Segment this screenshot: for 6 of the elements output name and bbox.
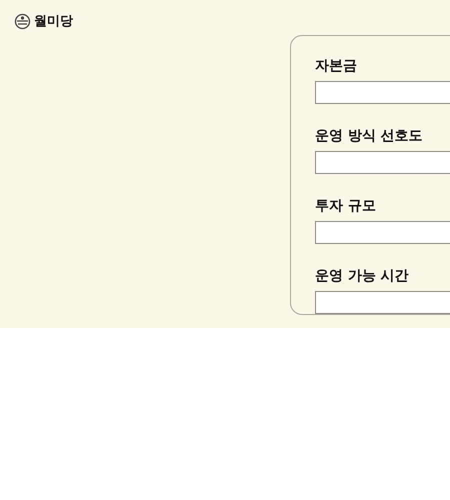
logo-icon — [14, 12, 31, 30]
field-label: 운영 가능 시간 — [315, 267, 410, 285]
field-label: 투자 규모 — [315, 197, 377, 215]
field-label: 자본금 — [315, 57, 358, 75]
field-label: 운영 방식 선호도 — [315, 127, 424, 145]
logo-text: 월미당 — [34, 13, 73, 30]
